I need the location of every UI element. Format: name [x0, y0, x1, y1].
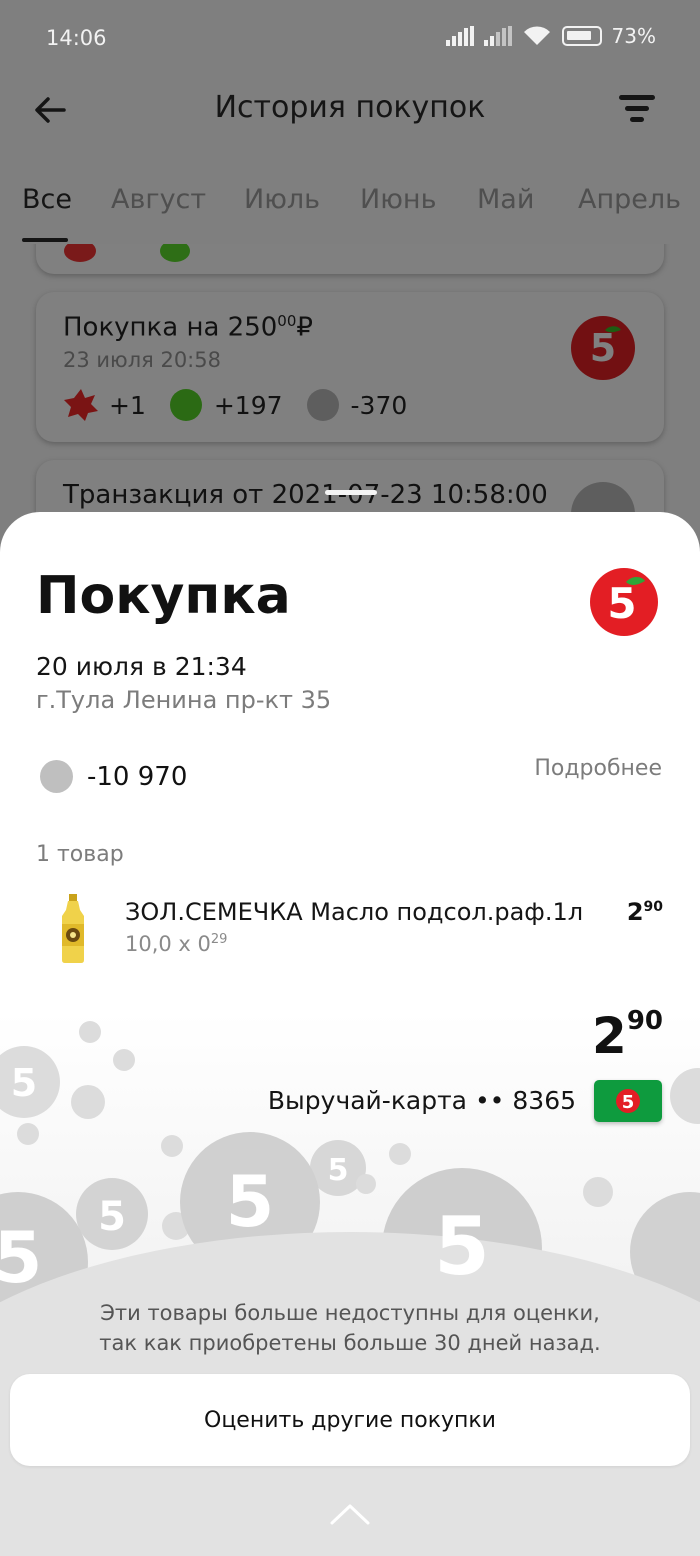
loyalty-card-icon: 5	[594, 1080, 662, 1122]
bonus-star-icon	[64, 389, 98, 421]
green-points: +197	[213, 390, 283, 420]
svg-text:5: 5	[226, 1161, 275, 1243]
purchase-history-screen: 14:06 73% История покупок Все Август Июл…	[0, 0, 700, 560]
filter-icon[interactable]	[618, 92, 656, 126]
svg-text:5: 5	[590, 326, 616, 370]
tab-july[interactable]: Июль	[244, 184, 320, 215]
purchase-card[interactable]: Покупка на 25000₽ 23 июля 20:58 5 +1 +19…	[36, 292, 664, 442]
purchase-title: Покупка на 25000₽	[63, 312, 313, 343]
svg-text:5: 5	[11, 1061, 37, 1105]
svg-text:5: 5	[622, 1092, 635, 1113]
items-count: 1 товар	[36, 842, 124, 867]
transaction-title: Транзакция от 2021-07-23 10:58:00	[63, 480, 548, 510]
total-price: 290	[592, 1006, 663, 1065]
tab-april[interactable]: Апрель	[578, 184, 681, 215]
status-bar: 14:06 73%	[0, 0, 700, 78]
page-title: История покупок	[214, 90, 486, 125]
grey-points: -370	[350, 390, 408, 420]
status-icons: 73%	[445, 24, 656, 48]
battery-level: 73%	[611, 24, 656, 48]
tab-all[interactable]: Все	[22, 184, 72, 215]
bonus-points: +1	[109, 390, 146, 420]
star-icon	[64, 244, 96, 262]
status-time: 14:06	[46, 26, 107, 50]
tab-august[interactable]: Август	[111, 184, 206, 215]
tab-june[interactable]: Июнь	[360, 184, 437, 215]
svg-text:5: 5	[434, 1200, 490, 1293]
points-row: +1 +197 -370	[63, 388, 407, 422]
green-point-icon	[160, 244, 190, 262]
svg-text:5: 5	[0, 1217, 42, 1299]
month-tabs: Все Август Июль Июнь Май Апрель	[0, 180, 700, 244]
item-name: ЗОЛ.СЕМЕЧКА Масло подсол.раф.1л	[125, 898, 584, 926]
wifi-icon	[523, 26, 550, 45]
grey-points-icon	[40, 760, 73, 793]
svg-text:5: 5	[607, 579, 636, 628]
rate-other-purchases-button[interactable]: Оценить другие покупки	[10, 1374, 690, 1466]
points-balance: -10 970	[40, 760, 187, 793]
rating-unavailable-notice: Эти товары больше недоступны для оценки,…	[0, 1298, 700, 1358]
notice-line: Эти товары больше недоступны для оценки,	[100, 1301, 600, 1325]
sheet-drag-handle[interactable]	[325, 490, 377, 495]
purchase-detail-sheet: Покупка 5 20 июля в 21:34 г.Тула Ленина …	[0, 512, 700, 1556]
pyaterochka-logo-icon: 5	[590, 568, 658, 636]
grey-points-icon	[306, 389, 339, 421]
svg-text:5: 5	[98, 1194, 126, 1240]
item-price: 290	[626, 898, 663, 926]
details-link[interactable]: Подробнее	[534, 756, 662, 781]
oil-bottle-image	[62, 894, 84, 963]
green-points-icon	[169, 389, 202, 421]
signal-icon	[445, 26, 474, 46]
notice-line: так как приобретены больше 30 дней назад…	[99, 1331, 601, 1355]
sheet-title: Покупка	[36, 566, 291, 626]
pyaterochka-logo-icon: 5	[571, 316, 635, 380]
loyalty-card-label: Выручай-карта •• 8365	[267, 1086, 576, 1115]
store-address: г.Тула Ленина пр-кт 35	[36, 686, 332, 714]
points-value: -10 970	[87, 761, 188, 792]
purchase-date: 23 июля 20:58	[63, 348, 221, 372]
purchase-card[interactable]	[36, 244, 664, 274]
tab-may[interactable]: Май	[477, 184, 534, 215]
signal-icon-2	[483, 26, 512, 46]
battery-icon	[561, 26, 602, 46]
purchase-date: 20 июля в 21:34	[36, 652, 247, 681]
app-header: История покупок	[0, 78, 700, 148]
active-tab-indicator	[22, 238, 68, 242]
item-quantity: 10,0 х 029	[125, 932, 228, 956]
svg-text:5: 5	[328, 1153, 349, 1188]
chevron-up-icon[interactable]	[329, 1502, 371, 1526]
